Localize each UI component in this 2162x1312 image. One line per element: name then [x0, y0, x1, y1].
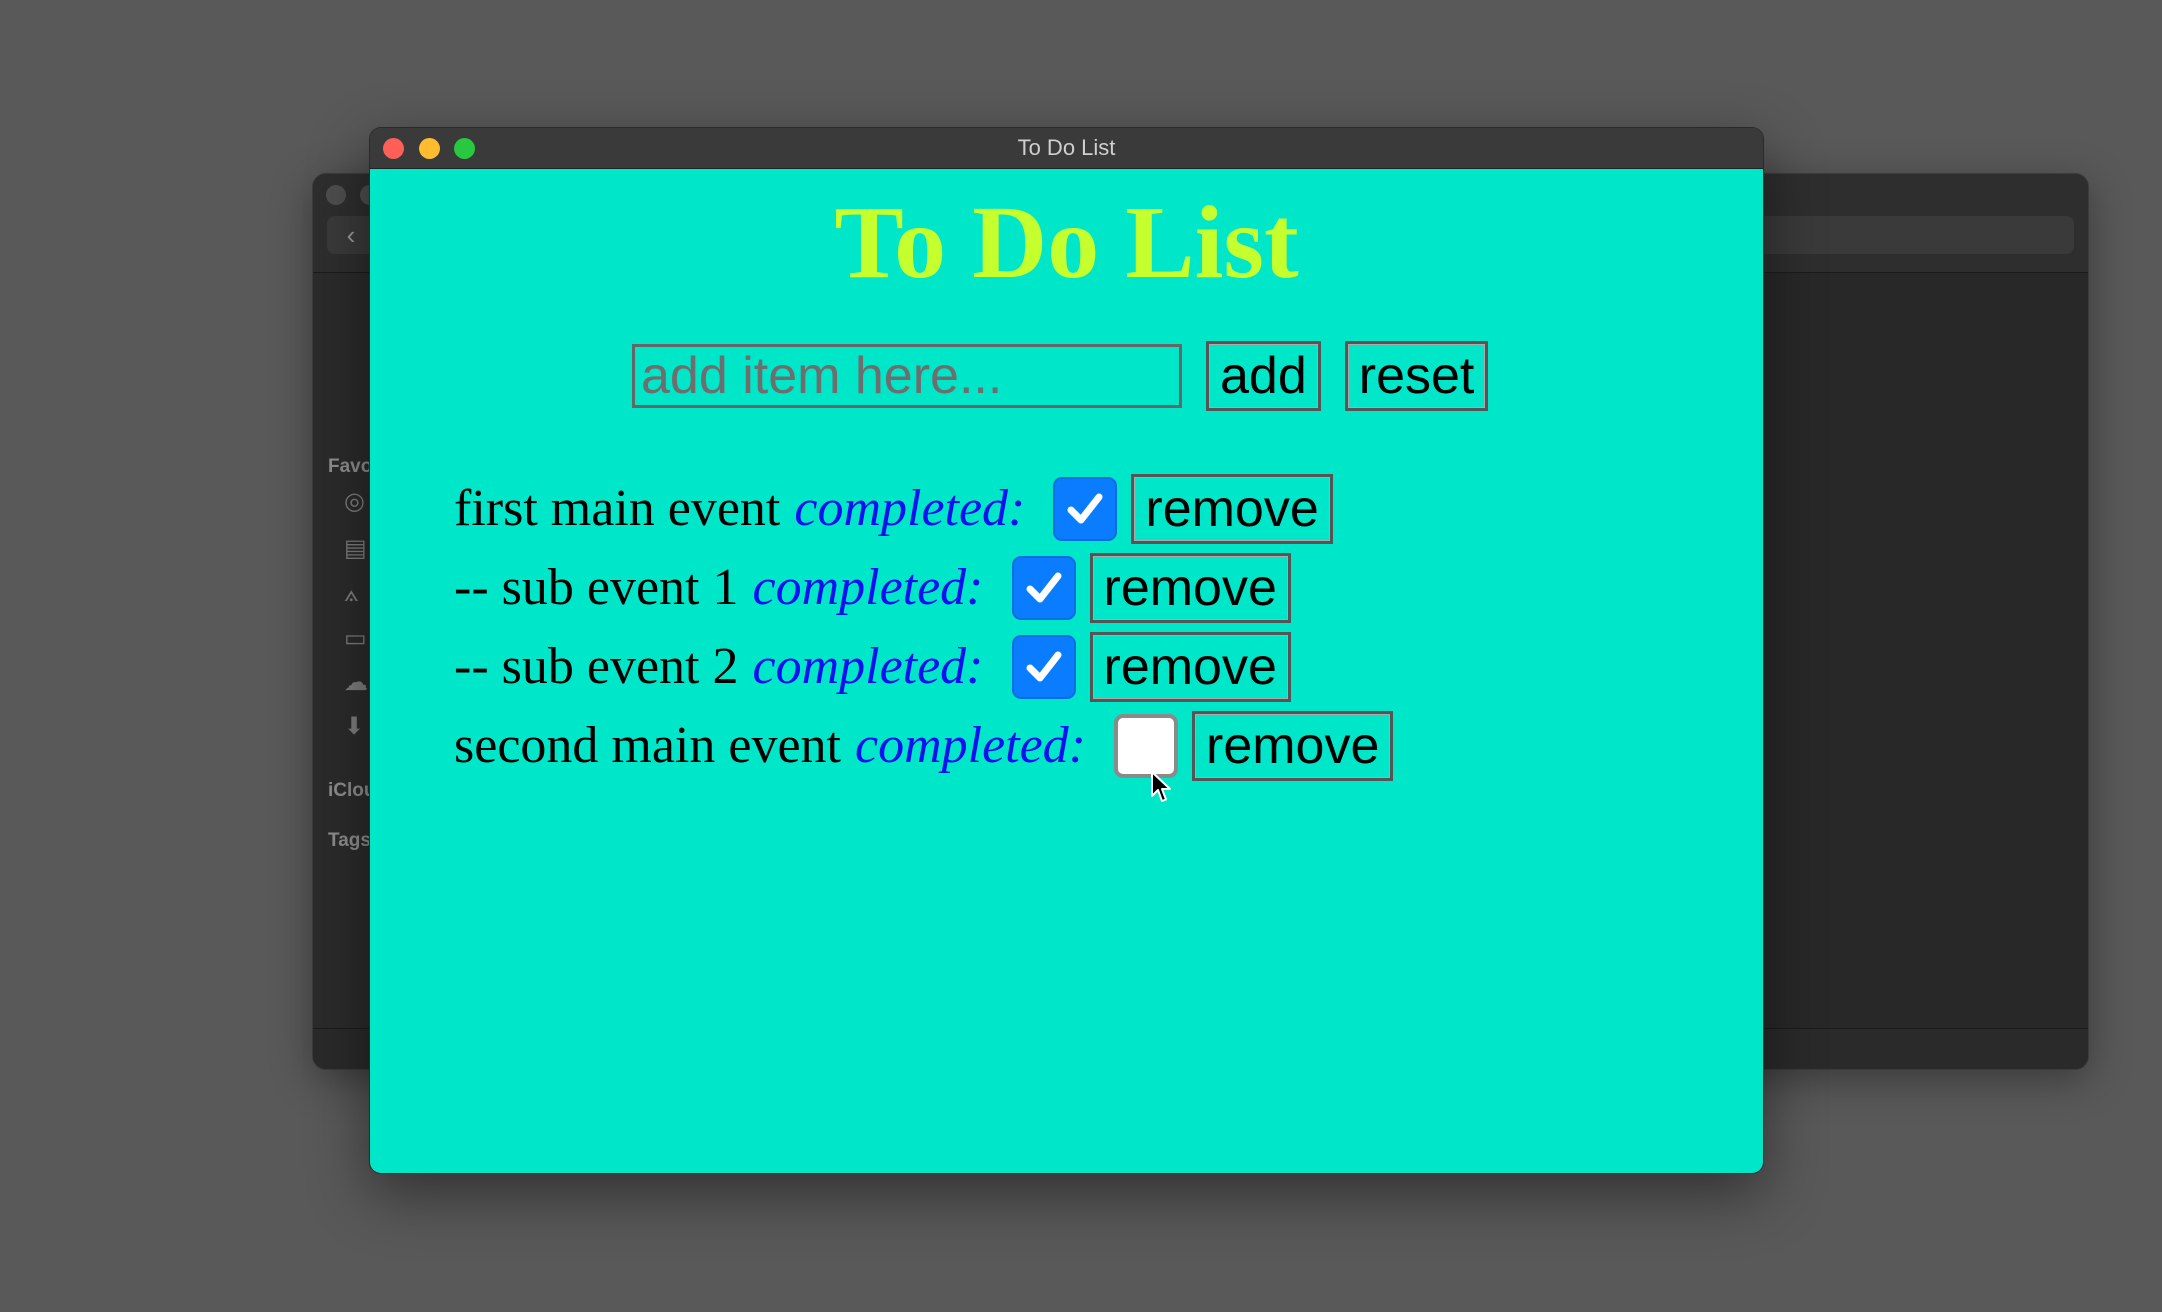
- checkmark-icon: [1026, 572, 1061, 602]
- remove-button[interactable]: remove: [1089, 552, 1291, 623]
- checkmark-icon: [1026, 651, 1061, 681]
- todo-item-text: -- sub event 1: [454, 559, 739, 616]
- airdrop-icon[interactable]: ◎: [344, 488, 372, 516]
- desktop-icon[interactable]: ▭: [344, 625, 372, 653]
- background-sidebar: Favo ◎ ▤ ⟑ ▭ ☁ ⬇ iClou Tags: [313, 273, 376, 1069]
- todo-item-text: first main event: [454, 480, 781, 537]
- todo-window: To Do List To Do List add reset first ma…: [369, 127, 1764, 1174]
- todo-item: -- sub event 1 completed: remove: [454, 548, 1393, 627]
- window-title: To Do List: [1017, 135, 1116, 160]
- remove-button[interactable]: remove: [1089, 631, 1291, 702]
- window-titlebar: To Do List: [370, 128, 1763, 169]
- add-item-input[interactable]: [632, 344, 1182, 408]
- completed-checkbox[interactable]: [1011, 634, 1076, 699]
- completed-label: completed:: [794, 480, 1026, 537]
- completed-checkbox[interactable]: [1011, 555, 1076, 620]
- background-search-field[interactable]: [1754, 216, 2074, 254]
- todo-item: first main event completed: remove: [454, 469, 1393, 548]
- completed-label: completed:: [854, 717, 1086, 774]
- add-item-row: add reset: [632, 341, 1489, 411]
- background-close-dot[interactable]: [326, 185, 346, 205]
- completed-label: completed:: [752, 638, 984, 695]
- recents-icon[interactable]: ▤: [344, 535, 372, 563]
- todo-item: -- sub event 2 completed: remove: [454, 627, 1393, 706]
- todo-item-text: -- sub event 2: [454, 638, 739, 695]
- page-content: To Do List add reset first main eventcom…: [370, 169, 1763, 1173]
- completed-checkbox[interactable]: [1053, 476, 1118, 541]
- sidebar-heading-favorites: Favo: [328, 456, 373, 477]
- add-button[interactable]: add: [1206, 341, 1321, 411]
- todo-item-text: second main event: [454, 717, 841, 774]
- back-chevron-icon[interactable]: ‹: [327, 216, 375, 254]
- completed-checkbox[interactable]: [1114, 713, 1178, 778]
- todo-list: first main event completed: remove -- sub e…: [454, 469, 1394, 785]
- completed-label: completed:: [752, 559, 984, 616]
- sidebar-heading-tags: Tags: [328, 830, 371, 851]
- downloads-icon[interactable]: ⬇: [344, 713, 372, 741]
- remove-button[interactable]: remove: [1192, 710, 1394, 781]
- applications-icon[interactable]: ⟑: [344, 580, 372, 608]
- remove-button[interactable]: remove: [1131, 473, 1333, 544]
- page-title: To Do List: [834, 185, 1299, 300]
- reset-button[interactable]: reset: [1344, 341, 1489, 411]
- icloud-icon[interactable]: ☁: [344, 669, 372, 697]
- todo-item: second main event completed: remove: [454, 706, 1394, 785]
- checkmark-icon: [1067, 493, 1103, 523]
- mouse-pointer-icon: [1151, 771, 1171, 802]
